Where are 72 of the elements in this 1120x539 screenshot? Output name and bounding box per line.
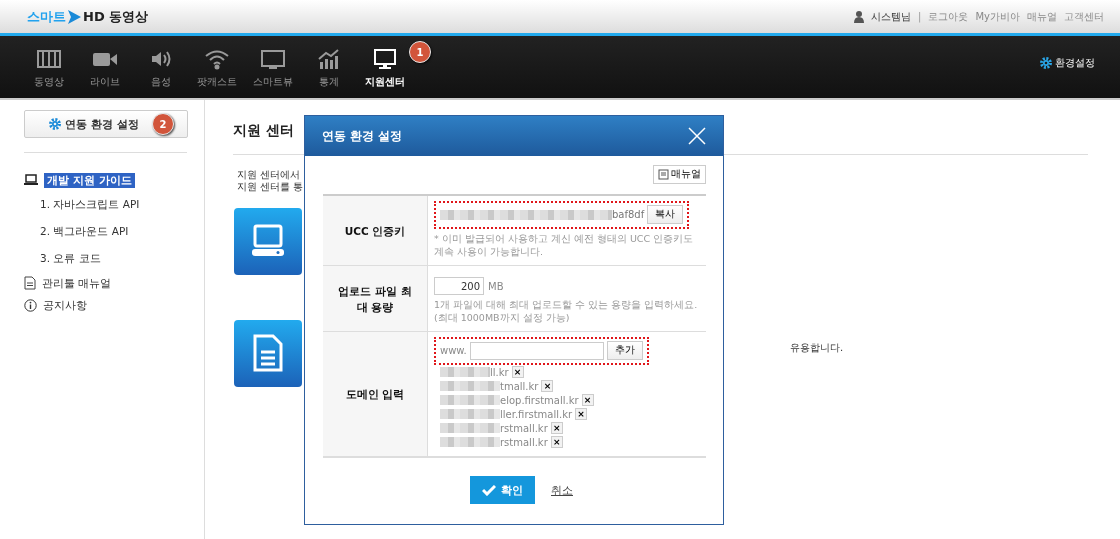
- step-badge: 1: [409, 41, 431, 63]
- blurred-text-mask: [440, 381, 500, 391]
- blurred-text-mask: [440, 423, 500, 433]
- sidebar-subitem[interactable]: 1. 자바스크립트 API: [24, 191, 204, 218]
- sidebar-item[interactable]: 공지사항: [43, 297, 87, 313]
- screen-icon: [260, 48, 286, 70]
- manual-button[interactable]: 매뉴얼: [653, 165, 706, 184]
- auth-key-text: baf8df: [612, 209, 645, 220]
- nav-tab[interactable]: 통계: [305, 48, 353, 89]
- description-text: 유용합니다.: [790, 341, 844, 355]
- domain-text: rstmall.kr: [500, 422, 548, 434]
- description-text: 지원 센터를 통: [237, 181, 304, 193]
- remove-button[interactable]: ×: [575, 408, 588, 420]
- domain-text: elop.firstmall.kr: [500, 394, 579, 406]
- separator: |: [918, 11, 922, 22]
- sidebar-subitem[interactable]: 2. 백그라운드 API: [24, 218, 204, 245]
- document-icon: [24, 276, 36, 290]
- settings-icon: [49, 118, 62, 130]
- logo[interactable]: 스마트 HD 동영상: [27, 7, 149, 26]
- blurred-text-mask: [440, 395, 500, 405]
- arrow-icon: [68, 9, 81, 24]
- blurred-text-mask: [440, 437, 500, 447]
- info-icon: [24, 298, 37, 312]
- domain-text: ll.kr: [490, 366, 509, 378]
- document-tile-icon: [234, 319, 302, 387]
- monitor-tile-icon: [234, 207, 302, 275]
- logo-text: 스마트: [27, 7, 66, 26]
- logo-text: HD 동영상: [83, 7, 149, 26]
- laptop-icon: [24, 174, 38, 186]
- domain-text: tmall.kr: [500, 380, 539, 392]
- remove-button[interactable]: ×: [550, 422, 563, 434]
- domain-text: ller.firstmall.kr: [500, 408, 573, 420]
- size-input[interactable]: 200: [434, 277, 484, 295]
- check-icon: [482, 484, 496, 496]
- field-label: 업로드 파일 최대 용량: [323, 266, 428, 332]
- description-text: 지원 센터에서: [237, 169, 301, 181]
- dialog-title: 연동 환경 설정: [322, 127, 403, 145]
- field-label: UCC 인증키: [323, 196, 428, 266]
- nav-tab[interactable]: 동영상: [25, 48, 73, 89]
- sidebar-subitem[interactable]: 3. 오류 코드: [24, 245, 204, 272]
- domain-input[interactable]: [469, 341, 604, 360]
- remove-button[interactable]: ×: [581, 394, 594, 406]
- add-button[interactable]: 추가: [606, 341, 643, 360]
- remove-button[interactable]: ×: [550, 436, 563, 448]
- sidebar-item[interactable]: 관리툴 매뉴얼: [42, 275, 112, 291]
- nav-tab[interactable]: 라이브: [81, 48, 129, 89]
- settings-link[interactable]: 환경설정: [1040, 36, 1120, 70]
- wifi-icon: [204, 48, 230, 70]
- user-icon: [854, 10, 865, 23]
- nav-tab[interactable]: 지원센터: [361, 48, 409, 89]
- remove-button[interactable]: ×: [511, 366, 524, 378]
- nav-tab[interactable]: 팟캐스트: [193, 48, 241, 89]
- help-text: * 이미 발급되어 사용하고 계신 예전 형태의 UCC 인증키도 계속 사용이 가능합니다.: [434, 232, 695, 258]
- copy-button[interactable]: 복사: [647, 205, 684, 224]
- nav-tab[interactable]: 음성: [137, 48, 185, 89]
- prefix-text: www.: [440, 345, 467, 356]
- settings-icon: [1040, 57, 1052, 69]
- nav-tab[interactable]: 스마트뷰: [249, 48, 297, 89]
- sidebar-item[interactable]: 개발 지원 가이드: [44, 172, 135, 188]
- cancel-link[interactable]: 취소: [551, 482, 573, 498]
- film-icon: [36, 48, 62, 70]
- user-name: 시스템님: [871, 9, 912, 24]
- unit-text: MB: [488, 280, 504, 292]
- blurred-text-mask: [440, 367, 490, 377]
- field-label: 도메인 입력: [323, 332, 428, 456]
- help-text: 1개 파일에 대해 최대 업로드할 수 있는 용량을 입력하세요. (최대 1000MB까지 설정 가능): [434, 298, 698, 324]
- blurred-text-mask: [440, 409, 500, 419]
- domain-text: rstmall.kr: [500, 436, 548, 448]
- remove-button[interactable]: ×: [541, 380, 554, 392]
- document-icon: [658, 169, 669, 180]
- close-icon[interactable]: [688, 127, 706, 145]
- monitor-icon: [372, 48, 398, 70]
